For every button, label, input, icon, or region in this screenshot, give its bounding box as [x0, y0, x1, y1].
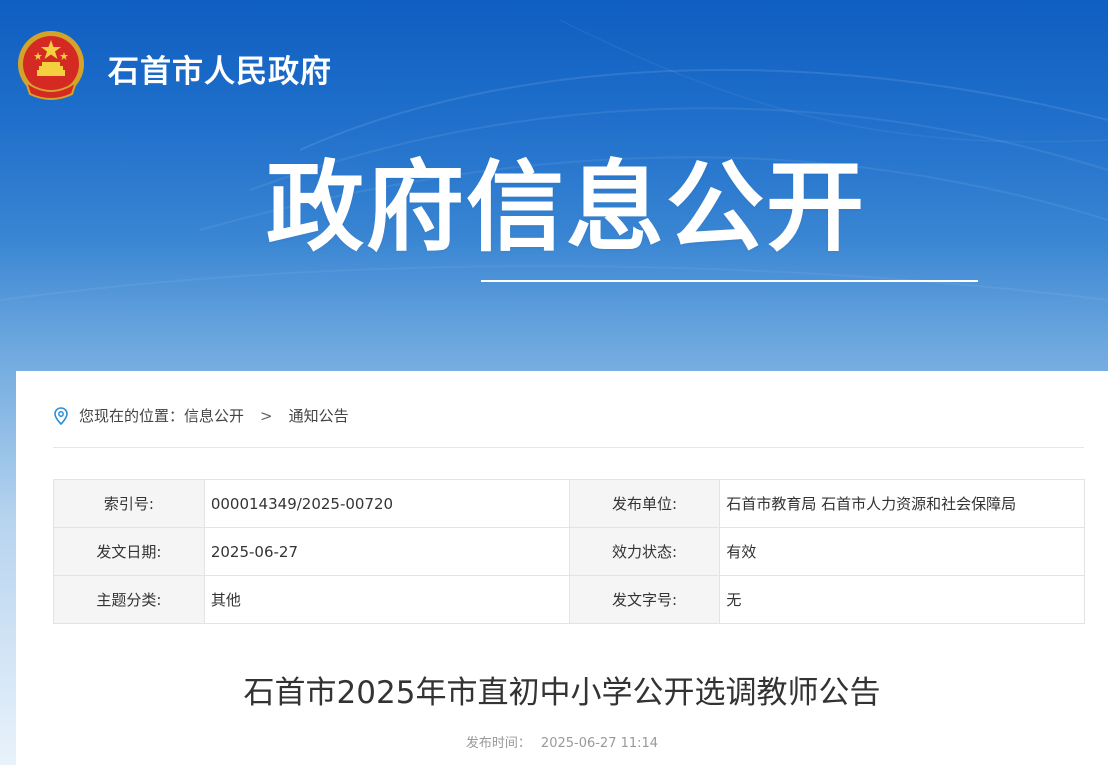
- meta-value-document-number: 无: [719, 575, 1085, 624]
- meta-value-topic: 其他: [203, 575, 570, 624]
- meta-key-document-number: 发文字号:: [568, 575, 721, 624]
- publish-label: 发布时间：: [465, 736, 531, 751]
- location-pin-icon: [54, 406, 68, 425]
- breadcrumb-prefix: 您现在的位置：: [79, 407, 185, 425]
- article-title: 石首市2025年市直初中小学公开选调教师公告: [243, 675, 881, 711]
- breadcrumb-separator: >: [260, 406, 273, 425]
- publish-info: 发布时间： 2025-06-27 11:14: [16, 732, 1108, 751]
- meta-key-topic: 主题分类:: [53, 575, 205, 624]
- page: 石首市人民政府 政府信息公开 您现在的位置： 信息公开 > 通知公告 索引号: …: [0, 0, 1108, 765]
- banner-heading: 政府信息公开: [266, 151, 867, 265]
- site-title[interactable]: 石首市人民政府: [108, 46, 332, 91]
- publish-time: 2025-06-27 11:14: [540, 736, 659, 751]
- meta-key-publisher: 发布单位:: [568, 479, 721, 528]
- breadcrumb: 您现在的位置： 信息公开 > 通知公告: [53, 405, 349, 426]
- document-meta-table: 索引号: 000014349/2025-00720 发布单位: 石首市教育局 石…: [53, 479, 1085, 624]
- breadcrumb-divider: [53, 447, 1084, 448]
- breadcrumb-item-info-disclosure[interactable]: 信息公开: [184, 405, 244, 426]
- meta-key-validity: 效力状态:: [568, 527, 721, 576]
- meta-value-issue-date: 2025-06-27: [203, 527, 570, 576]
- table-row: 主题分类: 其他 发文字号: 无: [53, 575, 1085, 624]
- meta-value-publisher: 石首市教育局 石首市人力资源和社会保障局: [719, 479, 1085, 528]
- national-emblem-icon[interactable]: [16, 30, 86, 102]
- breadcrumb-item-notices[interactable]: 通知公告: [289, 405, 349, 426]
- meta-key-index-number: 索引号:: [53, 479, 205, 528]
- banner-underline: [481, 280, 978, 282]
- table-row: 索引号: 000014349/2025-00720 发布单位: 石首市教育局 石…: [53, 479, 1085, 528]
- meta-key-issue-date: 发文日期:: [53, 527, 205, 576]
- meta-value-validity: 有效: [719, 527, 1085, 576]
- content-card: 您现在的位置： 信息公开 > 通知公告 索引号: 000014349/2025-…: [16, 371, 1108, 765]
- table-row: 发文日期: 2025-06-27 效力状态: 有效: [53, 527, 1085, 576]
- meta-value-index-number: 000014349/2025-00720: [203, 479, 570, 528]
